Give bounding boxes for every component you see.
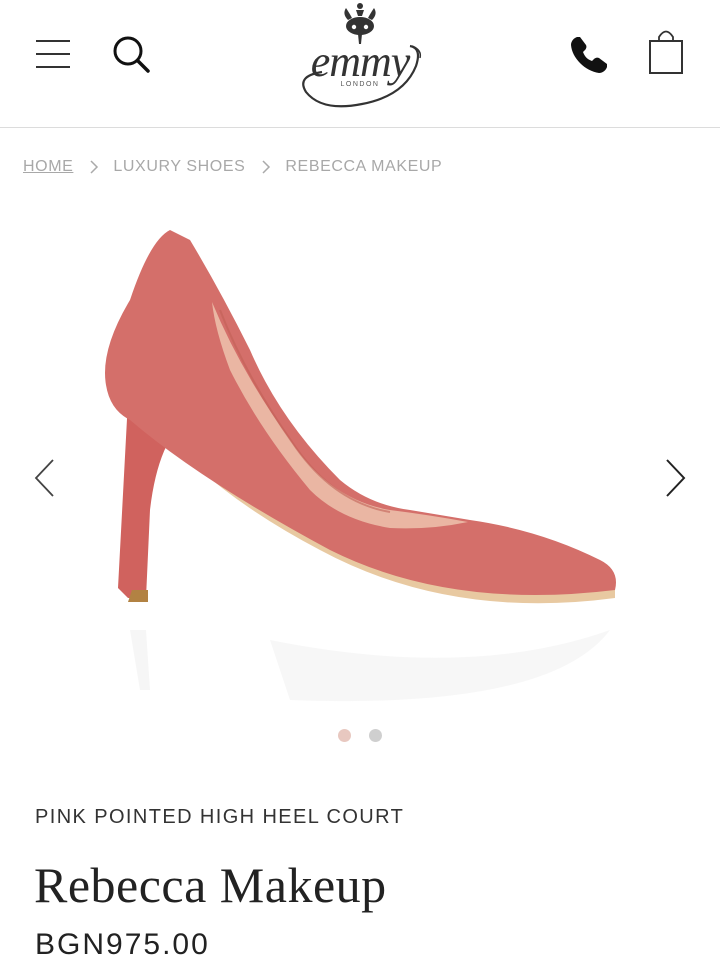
shoe-body: [105, 230, 616, 595]
chevron-right-icon: [89, 160, 99, 174]
chevron-left-icon[interactable]: [33, 458, 55, 498]
hamburger-menu-icon[interactable]: [34, 36, 72, 72]
pagination-dot-2[interactable]: [369, 729, 383, 742]
product-subtitle: PINK POINTED HIGH HEEL COURT: [35, 806, 405, 828]
pagination-dot-1[interactable]: [337, 729, 351, 742]
gallery-pagination: [0, 729, 720, 743]
emmy-london-logo[interactable]: emmy LONDON: [292, 0, 428, 112]
breadcrumb-current: REBECCA MAKEUP: [285, 158, 443, 175]
breadcrumb: HOME LUXURY SHOES REBECCA MAKEUP: [23, 155, 442, 179]
product-image[interactable]: [70, 210, 650, 710]
logo-subtext: LONDON: [341, 81, 380, 88]
logo-wordmark: emmy: [311, 37, 411, 86]
breadcrumb-luxury-shoes-link[interactable]: LUXURY SHOES: [113, 158, 245, 176]
shopping-bag-icon[interactable]: [646, 28, 686, 78]
product-price: BGN975.00: [35, 928, 210, 961]
product-page: emmy LONDON HOME LUXURY SHOES REBECCA MA…: [0, 0, 720, 976]
phone-icon[interactable]: [568, 34, 610, 76]
chevron-right-icon: [261, 160, 271, 174]
product-image-gallery: [0, 200, 720, 720]
site-header: emmy LONDON: [0, 0, 720, 128]
product-name: Rebecca Makeup: [34, 857, 387, 913]
search-icon[interactable]: [110, 33, 152, 75]
chevron-right-icon[interactable]: [665, 458, 687, 498]
breadcrumb-home-link[interactable]: HOME: [23, 158, 73, 176]
